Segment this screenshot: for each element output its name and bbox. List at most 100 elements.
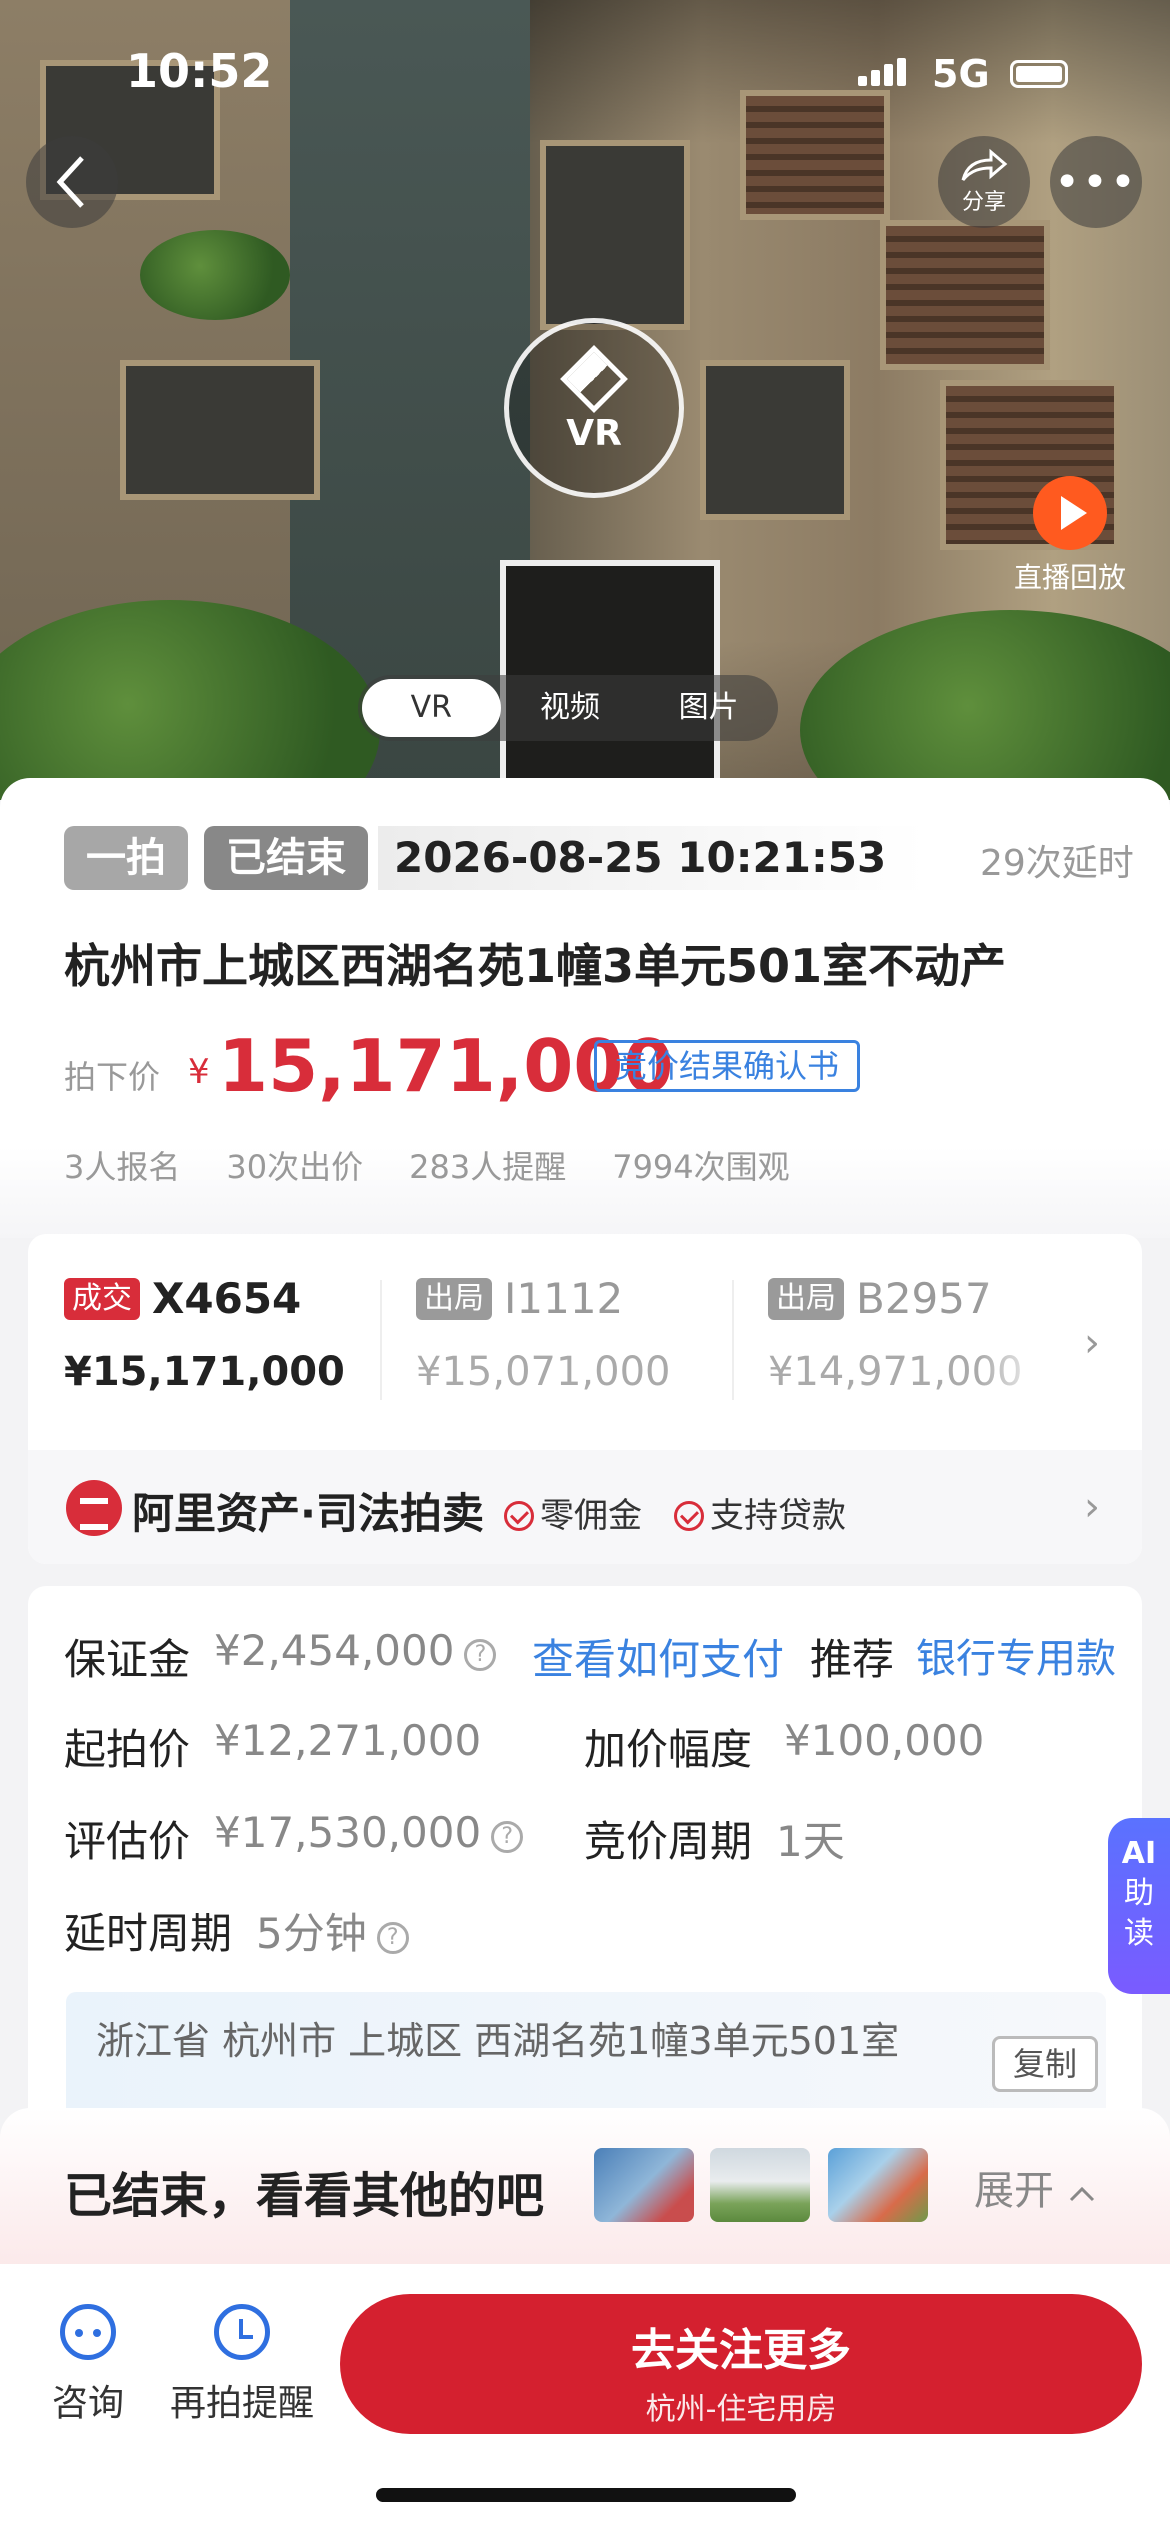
live-replay-button[interactable]: 直播回放 xyxy=(970,456,1170,606)
expand-label: 展开 xyxy=(974,2168,1054,2214)
platform-name: 阿里资产·司法拍卖 xyxy=(132,1489,484,1538)
delay-period-amount: 5分钟 xyxy=(256,1909,367,1958)
delay-count: 29次延时 xyxy=(980,843,1134,884)
home-indicator xyxy=(376,2488,796,2502)
bidder-code: I1112 xyxy=(504,1274,624,1323)
bid-result-confirmation-button[interactable]: 竞价结果确认书 xyxy=(594,1040,861,1092)
status-bar: 10:52 5G xyxy=(0,0,1170,150)
help-icon[interactable]: ? xyxy=(491,1821,524,1853)
divider xyxy=(732,1280,734,1400)
delay-period-value: 5分钟? xyxy=(256,1900,409,1961)
window xyxy=(120,360,320,500)
delay-period-label: 延时周期 xyxy=(64,1909,233,1958)
perk-label: 支持贷款 xyxy=(710,1496,846,1536)
increment-label: 加价幅度 xyxy=(584,1725,753,1774)
how-to-pay-link[interactable]: 查看如何支付 xyxy=(532,1626,784,1687)
chevron-left-icon xyxy=(56,156,84,208)
appraisal-value: ¥17,530,000? xyxy=(214,1808,524,1857)
bidder-winner: 成交 X4654 ¥15,171,000 xyxy=(64,1274,345,1395)
ai-tab-line: AI xyxy=(1121,1836,1157,1871)
bidder-price: ¥15,171,000 xyxy=(64,1349,345,1395)
ai-tab-line: 读 xyxy=(1124,1916,1154,1951)
recommend-label: 推荐 xyxy=(810,1635,895,1684)
appraisal-label: 评估价 xyxy=(64,1817,191,1866)
shrub xyxy=(140,230,290,320)
follow-title: 去关注更多 xyxy=(631,2325,851,2376)
network-type: 5G xyxy=(932,52,990,96)
stat-registrants: 3人报名 xyxy=(64,1148,181,1186)
start-price-label: 起拍价 xyxy=(64,1725,191,1774)
bidder-outbid: 出局 B2957 ¥14,971,000 xyxy=(768,1274,1048,1395)
check-circle-icon xyxy=(504,1501,534,1531)
follow-more-button[interactable]: 去关注更多 杭州-住宅用房 xyxy=(340,2294,1142,2434)
chevron-right-icon: › xyxy=(1084,1484,1100,1530)
stat-reminders: 283人提醒 xyxy=(409,1148,567,1186)
bidder-tag: 出局 xyxy=(768,1277,844,1320)
final-price-label: 拍下价 xyxy=(64,1058,161,1096)
bidder-code: B2957 xyxy=(856,1274,992,1323)
tab-photos[interactable]: 图片 xyxy=(639,679,778,737)
platform-bar[interactable]: 阿里资产·司法拍卖 零佣金 支持贷款 › xyxy=(28,1450,1142,1564)
appraisal-amount: ¥17,530,000 xyxy=(214,1808,482,1857)
follow-subtitle: 杭州-住宅用房 xyxy=(645,2392,837,2427)
start-price-value: ¥12,271,000 xyxy=(214,1716,482,1765)
media-tabs: VR 视频 图片 xyxy=(358,675,778,741)
ai-tab-line: 助 xyxy=(1124,1876,1154,1911)
help-icon[interactable]: ? xyxy=(464,1639,497,1671)
shrub xyxy=(800,610,1170,800)
bid-period-label: 竞价周期 xyxy=(584,1817,753,1866)
bidder-code: X4654 xyxy=(152,1274,302,1323)
round-tag: 一拍 xyxy=(64,826,188,890)
recommended-property-thumbnail[interactable] xyxy=(594,2148,694,2222)
ai-reading-assistant-tab[interactable]: AI 助 读 xyxy=(1108,1818,1170,1994)
expand-button[interactable]: 展开 xyxy=(974,2158,1097,2216)
window xyxy=(540,140,690,330)
auction-stats: 3人报名 30次出价 283人提醒 7994次围观 xyxy=(64,1142,790,1188)
recommended-property-thumbnail[interactable] xyxy=(828,2148,928,2222)
bidder-tag: 成交 xyxy=(64,1277,140,1320)
help-icon[interactable]: ? xyxy=(376,1922,409,1954)
live-replay-label: 直播回放 xyxy=(1013,561,1126,594)
chevron-right-icon: › xyxy=(1084,1320,1100,1366)
share-button[interactable]: 分享 xyxy=(938,136,1030,228)
headset-icon xyxy=(60,2304,116,2360)
deposit-label: 保证金 xyxy=(64,1635,191,1684)
consult-button[interactable]: 咨询 xyxy=(52,2304,124,2426)
perk-loan-support: 支持贷款 xyxy=(674,1488,846,1537)
ali-assets-logo-icon xyxy=(66,1480,122,1536)
vr-icon xyxy=(560,345,628,413)
price-currency: ¥ xyxy=(188,1052,210,1092)
vr-label: VR xyxy=(566,413,622,454)
bidder-tag: 出局 xyxy=(416,1277,492,1320)
auction-info-card: 保证金 ¥2,454,000? 查看如何支付 推荐 银行专用款 起拍价 ¥12,… xyxy=(28,1586,1142,2146)
bid-period-value: 1天 xyxy=(776,1817,845,1866)
window-shutter xyxy=(880,220,1050,370)
stat-views: 7994次围观 xyxy=(612,1148,790,1186)
perk-zero-commission: 零佣金 xyxy=(504,1488,642,1537)
alarm-clock-icon xyxy=(214,2304,270,2360)
more-options-button[interactable]: ••• xyxy=(1050,136,1142,228)
end-time: 2026-08-25 10:21:53 xyxy=(378,826,927,890)
bidder-price: ¥15,071,000 xyxy=(416,1349,671,1395)
recommended-property-thumbnail[interactable] xyxy=(710,2148,810,2222)
ended-recommendation-banner[interactable]: 已结束，看看其他的吧 展开 xyxy=(0,2108,1170,2266)
share-label: 分享 xyxy=(961,190,1006,215)
tab-video[interactable]: 视频 xyxy=(501,679,640,737)
more-dots-icon: ••• xyxy=(1054,156,1138,208)
status-time: 10:52 xyxy=(126,44,273,98)
back-button[interactable] xyxy=(26,136,118,228)
increment-value: ¥100,000 xyxy=(784,1716,985,1765)
bid-ranking-card[interactable]: 成交 X4654 ¥15,171,000 出局 I1112 ¥15,071,000 … xyxy=(28,1234,1142,1564)
play-icon xyxy=(1033,476,1107,550)
vr-view-button[interactable]: VR xyxy=(504,318,684,498)
share-icon xyxy=(961,148,1008,181)
bidder-price: ¥14,971,000 xyxy=(768,1349,1023,1395)
copy-address-button[interactable]: 复制 xyxy=(992,2036,1099,2092)
status-tag: 已结束 xyxy=(204,826,368,890)
tab-vr[interactable]: VR xyxy=(362,679,501,737)
bank-deposit-link[interactable]: 银行专用款 xyxy=(916,1626,1134,1684)
stat-bids: 30次出价 xyxy=(226,1148,364,1186)
perk-label: 零佣金 xyxy=(540,1496,642,1536)
window xyxy=(700,360,850,520)
reauction-reminder-button[interactable]: 再拍提醒 xyxy=(170,2304,314,2426)
